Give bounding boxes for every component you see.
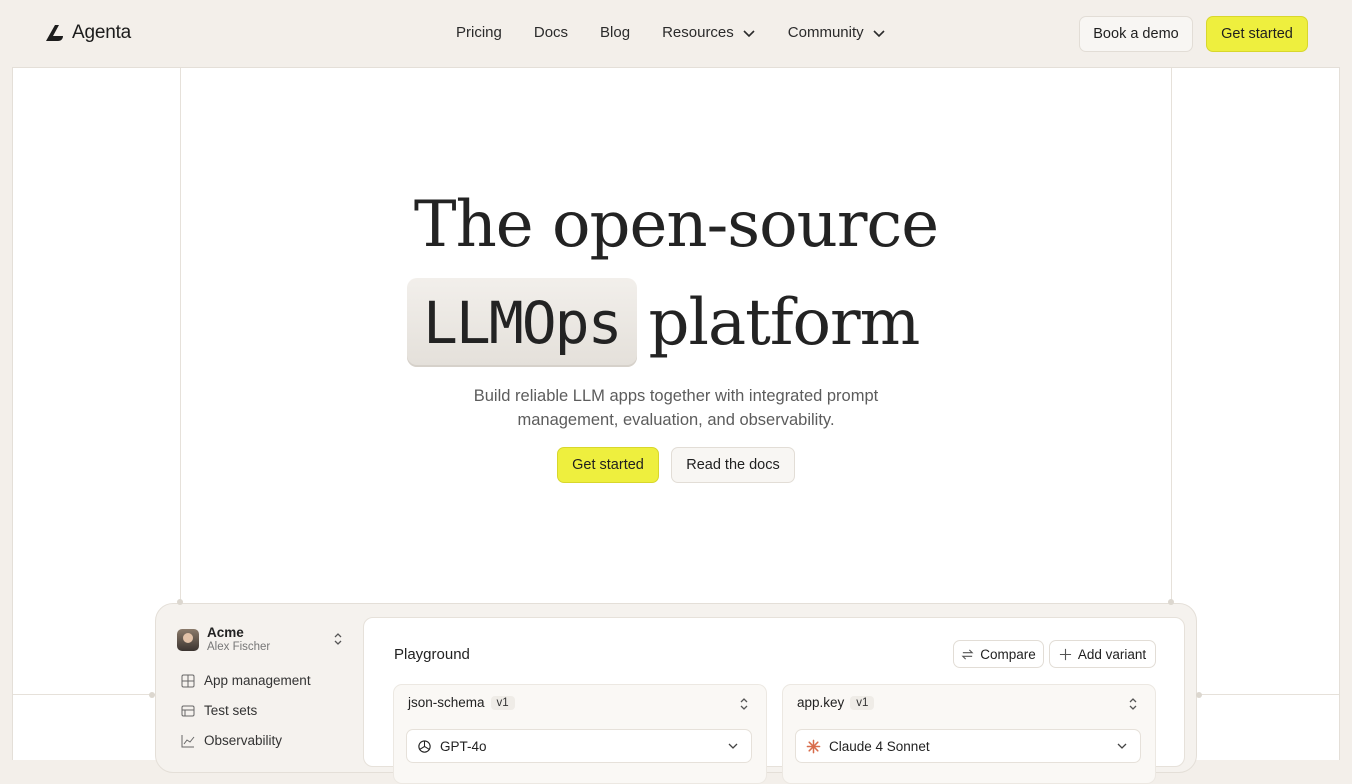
sidebar-item-label: App management: [204, 673, 311, 688]
grid-icon: [181, 674, 195, 687]
frame-dot: [177, 599, 183, 605]
frame-dot: [1168, 599, 1174, 605]
playground-panel: Playground Compare Add variant json-sche…: [363, 617, 1185, 784]
variant-panel-json-schema: json-schema v1 GPT-4o: [393, 684, 767, 784]
hero-title-rest: platform: [648, 285, 921, 360]
chevron-down-icon: [1117, 743, 1127, 749]
sidebar-item-label: Observability: [204, 733, 283, 748]
sidebar-item-label: Test sets: [204, 703, 258, 718]
book-demo-button[interactable]: Book a demo: [1079, 16, 1193, 52]
chevron-down-icon: [743, 29, 755, 37]
nav-link-label: Docs: [533, 24, 569, 41]
frame-right: [1339, 0, 1352, 760]
chevron-up-down-icon[interactable]: [738, 697, 750, 711]
avatar: [177, 629, 199, 651]
model-select[interactable]: GPT-4o: [406, 729, 752, 763]
org-switcher[interactable]: Acme Alex Fischer: [177, 626, 270, 654]
version-badge: v1: [490, 695, 515, 710]
brand-name: Agenta: [72, 22, 132, 43]
org-info: Acme Alex Fischer: [207, 626, 270, 654]
hero-title-line2: LLMOps platform: [407, 278, 921, 367]
chevron-up-down-icon[interactable]: [331, 632, 345, 646]
nav-link-pricing[interactable]: Pricing: [456, 24, 502, 41]
chevron-up-down-icon[interactable]: [1127, 697, 1139, 711]
read-docs-button[interactable]: Read the docs: [671, 447, 795, 483]
frame-dot: [1196, 692, 1202, 698]
subtitle-line: management, evaluation, and observabilit…: [517, 411, 835, 429]
variant-name: app.key: [797, 695, 845, 710]
chevron-down-icon: [728, 743, 738, 749]
user-name: Alex Fischer: [207, 641, 271, 653]
nav-link-blog[interactable]: Blog: [600, 24, 630, 41]
model-select[interactable]: Claude 4 Sonnet: [795, 729, 1141, 763]
add-variant-button[interactable]: Add variant: [1049, 640, 1156, 668]
version-badge: v1: [850, 695, 875, 710]
highlight-text: LLMOps: [423, 288, 623, 357]
hero-title-line1: The open-source: [413, 188, 939, 262]
table-icon: [181, 705, 195, 716]
sidebar-item-app-management[interactable]: App management: [181, 673, 311, 688]
guide-line-left: [180, 68, 181, 603]
guide-line-right: [1171, 68, 1172, 603]
top-nav: Agenta Pricing Docs Blog Resources Commu…: [12, 0, 1340, 68]
get-started-button[interactable]: Get started: [1206, 16, 1308, 52]
agenta-logo-icon: [46, 25, 63, 41]
nav-link-label: Resources: [662, 24, 734, 41]
variant-name: json-schema: [408, 695, 485, 710]
variant-header[interactable]: json-schema v1: [408, 695, 515, 710]
model-name: Claude 4 Sonnet: [829, 738, 930, 754]
hero-get-started-button[interactable]: Get started: [557, 447, 659, 483]
brand-logo[interactable]: Agenta: [44, 22, 131, 44]
frame-left: [0, 0, 13, 760]
nav-link-label: Community: [787, 24, 864, 41]
model-name: GPT-4o: [440, 738, 487, 754]
compare-label: Compare: [980, 646, 1036, 662]
nav-links: Pricing Docs Blog Resources Community: [456, 24, 918, 41]
swap-icon: [961, 648, 974, 660]
org-name: Acme: [207, 625, 244, 640]
add-variant-label: Add variant: [1077, 646, 1147, 662]
openai-icon: [418, 739, 431, 753]
sidebar-item-observability[interactable]: Observability: [181, 733, 282, 748]
variant-panel-app-key: app.key v1 Claude 4 Sonnet: [782, 684, 1156, 784]
nav-link-label: Blog: [600, 24, 631, 41]
variant-header[interactable]: app.key v1: [797, 695, 875, 710]
subtitle-line: Build reliable LLM apps together with in…: [473, 387, 879, 405]
frame-dot: [149, 692, 155, 698]
nav-link-resources[interactable]: Resources: [662, 24, 756, 41]
nav-link-community[interactable]: Community: [788, 24, 886, 41]
sidebar-item-test-sets[interactable]: Test sets: [181, 703, 257, 718]
chevron-down-icon: [873, 29, 885, 37]
hero-subtitle: Build reliable LLM apps together with in…: [0, 384, 1352, 432]
app-sidebar: Acme Alex Fischer App management Test se…: [163, 612, 363, 762]
anthropic-icon: [806, 739, 821, 753]
plus-icon: [1059, 648, 1071, 660]
nav-link-label: Pricing: [456, 24, 502, 41]
llmops-highlight: LLMOps: [407, 278, 637, 367]
nav-link-docs[interactable]: Docs: [534, 24, 568, 41]
chart-icon: [181, 734, 195, 747]
page-title: Playground: [394, 646, 470, 663]
compare-button[interactable]: Compare: [953, 640, 1044, 668]
